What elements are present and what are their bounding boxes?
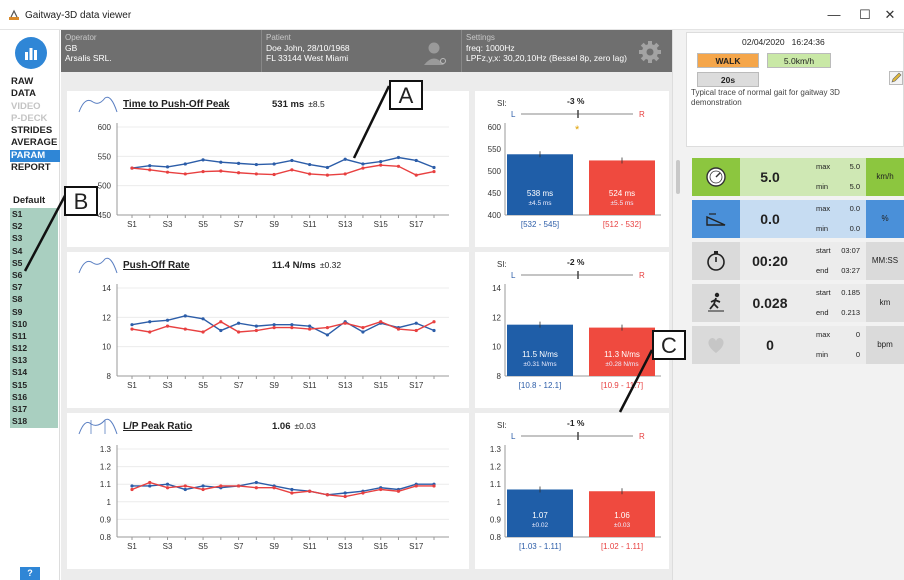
callout-a: A [389, 80, 423, 110]
callout-lines [23, 85, 654, 413]
callout-c: C [652, 330, 686, 360]
callout-a-line [352, 85, 391, 159]
callout-b-line [23, 189, 70, 272]
callout-b: B [64, 186, 98, 216]
callout-c-line [618, 349, 654, 413]
